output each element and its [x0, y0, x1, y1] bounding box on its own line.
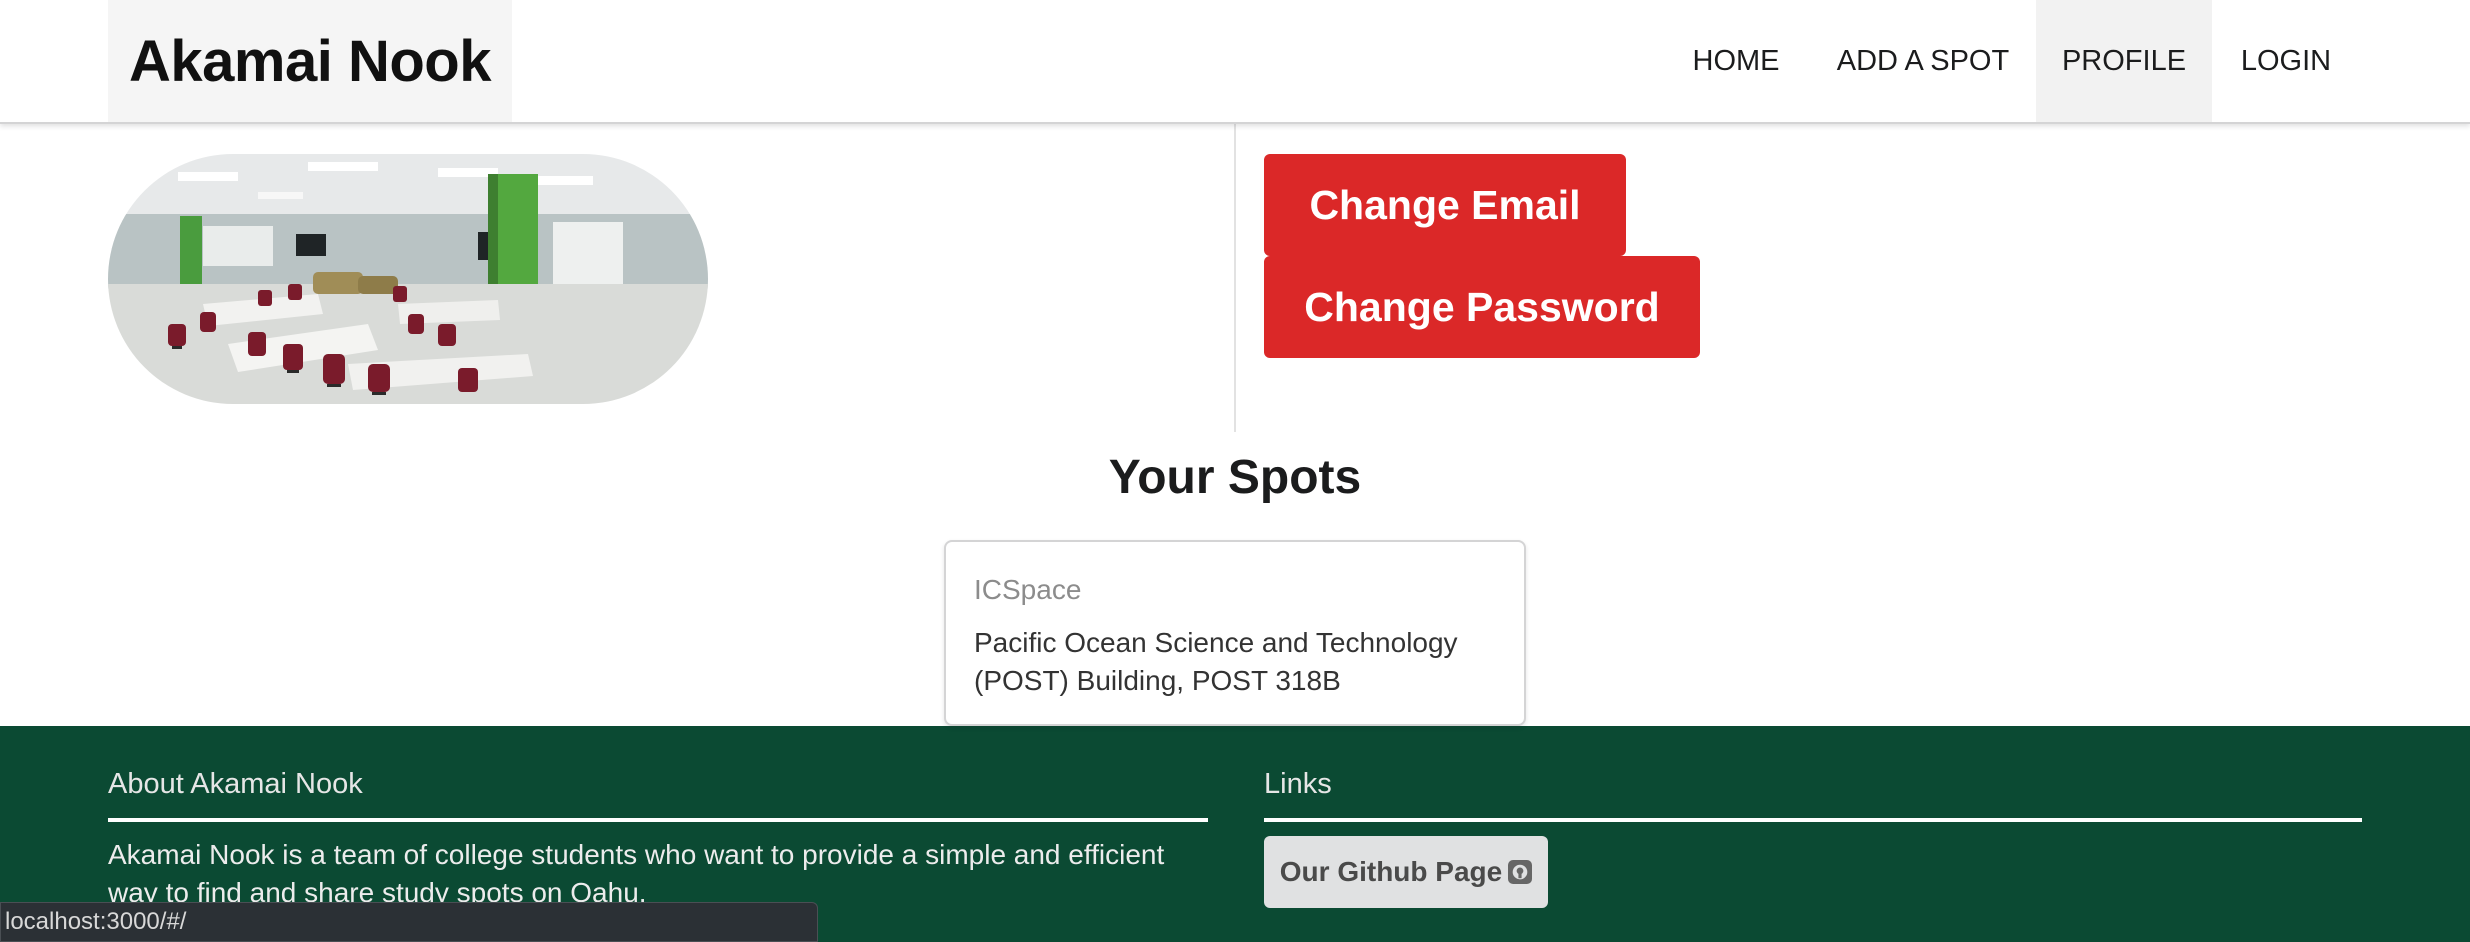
links-divider	[1264, 818, 2362, 822]
your-spots-heading: Your Spots	[1108, 451, 1362, 504]
nav-login[interactable]: LOGIN	[2212, 0, 2360, 122]
spot-name: ICSpace	[974, 574, 1082, 605]
github-label: Our Github Page	[1279, 856, 1503, 887]
profile-image	[108, 154, 708, 404]
nav-add-spot[interactable]: ADD A SPOT	[1810, 0, 2036, 122]
links-heading: Links	[1264, 768, 1332, 800]
about-divider	[108, 818, 1208, 822]
spot-location: Pacific Ocean Science and Technology (PO…	[974, 627, 1458, 696]
about-heading: About Akamai Nook	[108, 768, 363, 800]
about-text: Akamai Nook is a team of college student…	[108, 839, 1165, 908]
change-email-button[interactable]: Change Email	[1264, 154, 1626, 256]
nav-home[interactable]: HOME	[1662, 0, 1810, 122]
spot-card[interactable]: ICSpace Pacific Ocean Science and Techno…	[944, 540, 1526, 726]
top-navbar: Akamai Nook HOME ADD A SPOT PROFILE LOGI…	[0, 0, 2470, 124]
change-password-button[interactable]: Change Password	[1264, 256, 1700, 358]
nav-profile[interactable]: PROFILE	[2036, 0, 2212, 122]
brand-logo[interactable]: Akamai Nook	[108, 0, 512, 122]
github-icon	[1508, 860, 1533, 884]
column-divider	[1234, 124, 1236, 432]
github-button[interactable]: Our Github Page	[1264, 836, 1548, 908]
status-url: localhost:3000/#/	[0, 902, 818, 942]
